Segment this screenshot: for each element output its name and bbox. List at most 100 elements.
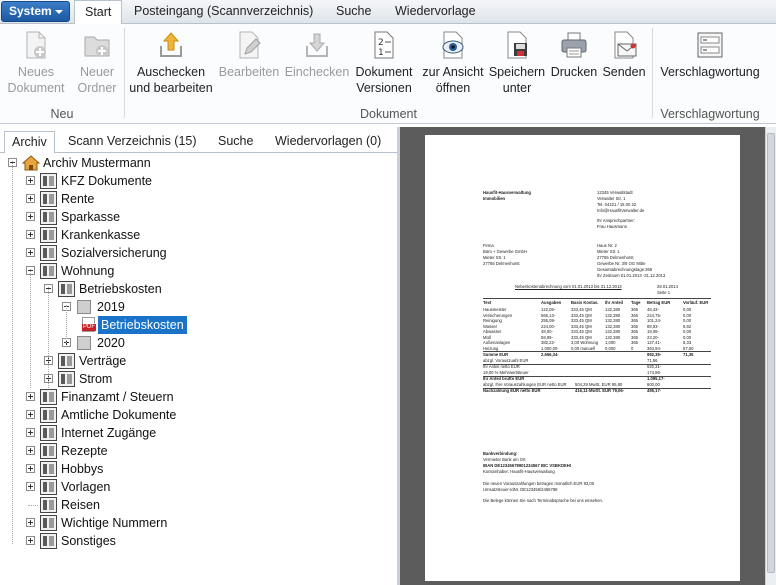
summary-cell: Ihr Anteil netto EUR [483,364,520,369]
table-cell: 19,06- [647,329,659,334]
expand-icon[interactable] [26,248,35,257]
tree-node[interactable]: Reisen [0,496,390,514]
tree-node-label: Strom [79,372,113,386]
table-header-cell: Ihr Anteil [605,300,623,305]
tree-node[interactable]: PDF Betriebskosten [0,316,390,334]
summary-cell: 416,11-MwSt. EUR 79,06- [575,388,625,393]
tab-label: Wiedervorlage [395,4,476,18]
table-cell: 132,380 [605,329,621,334]
summary-cell: 71,86 [647,358,658,363]
summary-cell: 19,00 % Mehrwertsteuer [483,370,529,375]
table-header-cell: Basis Kostas. [571,300,599,305]
tree-node[interactable]: Archiv Mustermann [0,154,390,172]
property-line: Ihr Zeitraum 01.01.2013 -31.12.2013 [597,273,666,278]
tree-node[interactable]: Sozialversicherung [0,244,390,262]
expand-icon[interactable] [26,392,35,401]
document-versions-button[interactable]: 21 Dokument Versionen [353,30,415,96]
pdf-icon: PDF [82,317,96,332]
table-cell: 224,00- [541,323,556,329]
property-line: Gewerbe Nr. 3/8 OG Mitte [597,261,646,266]
expand-icon[interactable] [26,446,35,455]
expand-icon[interactable] [26,230,35,239]
system-menu-button[interactable]: System [1,1,70,22]
table-cell: 101,24- [647,318,662,323]
group-separator [124,28,125,118]
expand-icon[interactable] [26,194,35,203]
tree-node[interactable]: 2020 [0,334,390,352]
tab-wiedervorlagen[interactable]: Wiedervorlagen (0) [268,131,388,153]
tree-connector [66,305,67,343]
table-header-cell: Betrag EUR [647,300,671,305]
save-as-button[interactable]: Speichern unter [487,30,547,96]
tab-suche-left[interactable]: Suche [211,131,260,153]
table-cell: 122,06- [541,307,556,312]
table-cell: 333,45 QM [571,323,592,329]
tree-node[interactable]: Wichtige Nummern [0,514,390,532]
tree-node[interactable]: Internet Zugänge [0,424,390,442]
tree-node[interactable]: Verträge [0,352,390,370]
table-cell: 333,45 QM [571,334,592,340]
expand-icon[interactable] [26,176,35,185]
tree-node[interactable]: Rezepte [0,442,390,460]
button-label: Neuer [79,65,115,79]
binder-icon [40,443,57,459]
tree-node[interactable]: 2019 [0,298,390,316]
statement-date: 28.01.2014 [657,284,678,289]
tree-node[interactable]: Sparkasse [0,208,390,226]
print-button[interactable]: Drucken [548,30,600,80]
expand-icon[interactable] [26,212,35,221]
table-cell: 382,22- [541,340,556,345]
tree-node-label: Betriebskosten [98,316,187,334]
tab-label: Start [85,5,112,19]
table-cell: 0,00 [683,307,692,312]
table-cell: 0,000 [605,345,616,351]
tab-wiedervorlage[interactable]: Wiedervorlage [385,0,486,24]
tagging-button[interactable]: Verschlagwortung [657,30,763,80]
tree-node-label: Sonstiges [61,534,116,548]
save-as-icon [503,30,531,60]
scrollbar-thumb[interactable] [767,133,775,573]
checkin-button[interactable]: Einchecken [284,30,350,80]
expand-icon[interactable] [26,518,35,527]
tree-node[interactable]: Vorlagen [0,478,390,496]
expand-icon[interactable] [26,410,35,419]
table-cell: 333,45 QM [571,312,592,318]
tab-start[interactable]: Start [74,0,123,25]
tree-node[interactable]: Krankenkasse [0,226,390,244]
table-cell: 0,00 [683,334,692,340]
binder-icon [58,353,75,369]
new-folder-button[interactable]: Neuer Ordner [72,30,122,96]
tab-scann-verzeichnis[interactable]: Scann Verzeichnis (15) [61,131,204,153]
tab-archiv[interactable]: Archiv [4,131,55,154]
tree-node[interactable]: Strom [0,370,390,388]
tab-posteingang[interactable]: Posteingang (Scannverzeichnis) [124,0,323,24]
group-label-neu: Neu [50,107,74,121]
tree-node[interactable]: Wohnung [0,262,390,280]
tree-node[interactable]: KFZ Dokumente [0,172,390,190]
button-label: und bearbeiten [129,81,213,95]
sender-address-line: 12345 Verwaltstadt [597,190,633,195]
table-cell: 365 [631,318,638,323]
tree-node[interactable]: Rente [0,190,390,208]
new-document-button[interactable]: Neues Dokument [5,30,67,96]
send-button[interactable]: Senden [601,30,647,80]
tree-node[interactable]: Sonstiges [0,532,390,550]
checkout-button[interactable]: Auschecken und bearbeiten [128,30,214,96]
tree-node[interactable]: Amtliche Dokumente [0,406,390,424]
recipient-line: Firma [483,243,494,248]
expand-icon[interactable] [26,536,35,545]
expand-icon[interactable] [26,464,35,473]
binder-icon [40,227,57,243]
preview-scrollbar[interactable] [765,127,776,585]
tree-node-label: Wichtige Nummern [61,516,168,530]
tree-node[interactable]: Hobbys [0,460,390,478]
tab-suche[interactable]: Suche [326,0,381,24]
edit-button[interactable]: Bearbeiten [216,30,282,80]
tab-label: Suche [218,134,254,148]
tree-node[interactable]: Finanzamt / Steuern [0,388,390,406]
home-icon [21,155,41,171]
expand-icon[interactable] [26,482,35,491]
expand-icon[interactable] [26,428,35,437]
tree-node[interactable]: Betriebskosten [0,280,390,298]
open-view-button[interactable]: zur Ansicht öffnen [420,30,486,96]
